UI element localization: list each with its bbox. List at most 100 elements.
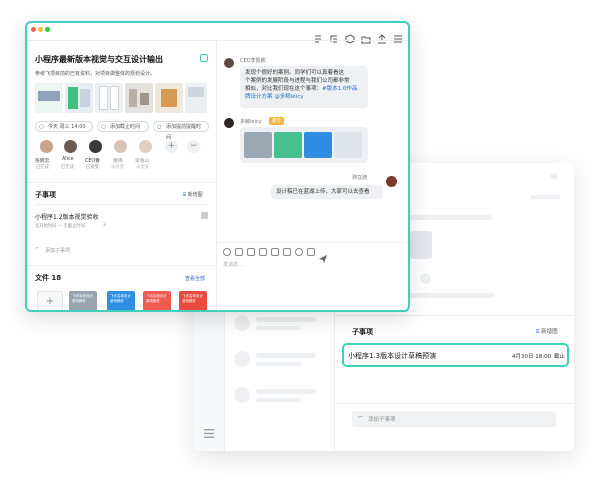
subtask-checkbox[interactable] xyxy=(201,212,208,219)
task-detail-window: 小程序最新版本视觉与交互设计输出 参考飞项目前的已有资料，对项目做整体的规划设计… xyxy=(25,21,410,312)
file-icon[interactable] xyxy=(259,248,267,256)
picture-icon[interactable] xyxy=(271,248,279,256)
attachment-thumbnail[interactable] xyxy=(65,83,93,113)
member-name: CEO曹 xyxy=(85,157,100,164)
voice-icon[interactable] xyxy=(295,248,303,256)
attachment-thumbnail[interactable] xyxy=(95,83,123,113)
avatar xyxy=(139,140,152,153)
member-status: 已完成 xyxy=(61,164,74,170)
subtask-title: 小程序1.2版本视觉验收 xyxy=(35,212,99,221)
image-attachment[interactable] xyxy=(334,132,362,158)
tree-icon: ⌸ xyxy=(536,329,539,335)
member-name: 李春山 xyxy=(135,157,149,164)
files-heading: 文件 18 xyxy=(35,273,61,283)
add-subtask-icon: ⌐ xyxy=(358,414,363,421)
attachment-thumbnail[interactable] xyxy=(35,83,63,113)
task-icon[interactable] xyxy=(307,248,315,256)
composer-toolbar xyxy=(223,248,343,256)
back-subtasks-heading: 子事项 xyxy=(352,327,373,337)
member-status: 未接受 xyxy=(111,164,124,170)
avatar xyxy=(224,58,234,68)
hashtag-icon[interactable] xyxy=(235,248,243,256)
deadline-chip[interactable]: ▢ 添加截止时间 xyxy=(97,121,149,132)
image-attachment[interactable] xyxy=(304,132,332,158)
add-subtask-button[interactable]: ⌐ 添加子事项 xyxy=(35,246,155,256)
message-input[interactable]: 发消息… xyxy=(223,261,243,268)
image-message[interactable] xyxy=(240,127,368,163)
member-name: 滕锦 xyxy=(113,157,123,164)
more-menu-icon[interactable] xyxy=(393,29,403,39)
message-sender: CEO李凯鹏 xyxy=(240,57,266,64)
mention[interactable]: @多鲸leicy xyxy=(274,94,303,100)
avatar xyxy=(386,176,397,187)
member-status: 已完成 xyxy=(36,164,49,170)
task-complete-checkbox[interactable] xyxy=(200,54,208,62)
subtask-tool-icon[interactable] xyxy=(313,29,323,39)
chat-bubble-icon[interactable] xyxy=(283,248,291,256)
message-bubble: 设计稿已在蓝湖上传，大家可以去查看 xyxy=(271,185,383,199)
avatar xyxy=(224,118,234,128)
attachment-thumbnail[interactable] xyxy=(125,83,153,113)
member-name: Alice xyxy=(62,157,74,162)
member-list: 张晓云 已完成 Alice 已完成 CEO曹 已接受 滕锦 未接受 李春山 未接… xyxy=(35,138,210,178)
file-card[interactable]: 飞讯名新设计原则稿件 xyxy=(179,291,207,311)
add-subtask-label: 添加子事项 xyxy=(45,247,70,254)
attachment-thumbnail[interactable] xyxy=(185,83,207,113)
add-member-button[interactable]: + xyxy=(165,140,178,153)
upload-file-button[interactable]: + xyxy=(37,291,63,312)
topic-link[interactable]: #版本1.0作品 xyxy=(322,86,357,92)
folder-tool-icon[interactable] xyxy=(361,29,371,39)
member-status: 已接受 xyxy=(86,164,99,170)
file-card[interactable]: 飞讯名新设计原则稿件 xyxy=(107,291,135,311)
box-tool-icon[interactable] xyxy=(345,29,355,39)
member-name: 张晓云 xyxy=(35,157,49,164)
back-add-subtask-button[interactable]: ⌐ 添加子事项 xyxy=(352,411,556,427)
selected-subtask-title: 小程序1.3版本设计草稿预演 xyxy=(348,351,436,361)
new-subtask-button[interactable]: ⌸ 新增图 xyxy=(183,191,203,198)
avatar xyxy=(40,140,53,153)
task-description: 参考飞项目前的已有资料，对项目做整体的规划设计。 xyxy=(35,70,155,77)
upload-tool-icon[interactable] xyxy=(377,29,387,39)
maximize-dot[interactable] xyxy=(45,27,50,32)
add-subtask-icon: ⌐ xyxy=(35,246,40,252)
menu-icon[interactable] xyxy=(204,423,214,432)
tree-icon: ⌸ xyxy=(183,192,186,198)
subtask-meta: 无开始时间 — 无截止时间 xyxy=(35,223,85,229)
file-card[interactable]: 飞讯名新设计原则稿件 xyxy=(143,291,171,311)
avatar xyxy=(64,140,77,153)
image-attachment[interactable] xyxy=(244,132,272,158)
avatar xyxy=(114,140,127,153)
calendar-icon: ▢ xyxy=(101,122,106,133)
topic-link[interactable]: 牌设计方案 xyxy=(245,94,273,100)
subtask-member-count: 3 xyxy=(103,223,106,228)
member-status: 未接受 xyxy=(136,164,149,170)
selected-subtask-row[interactable]: 小程序1.3版本设计草稿预演 4月30日 18:00 截止 xyxy=(342,343,569,367)
selected-subtask-status: 截止 xyxy=(554,352,565,360)
attachment-thumbnail[interactable] xyxy=(155,83,183,113)
message-bubble: 发现个很好的案例。同学们可以真着看这 个案例的发展阶段与进程与我们公司都非常 相… xyxy=(240,66,368,108)
subtask-row[interactable]: 小程序1.2版本视觉验收 无开始时间 — 无截止时间 3 xyxy=(35,209,210,233)
reminder-chip[interactable]: ◻ 添加提前提醒时间 xyxy=(153,121,209,132)
avatar xyxy=(89,140,102,153)
at-mention-icon[interactable] xyxy=(223,248,231,256)
minimize-dot[interactable] xyxy=(38,27,43,32)
file-card[interactable]: 飞讯名新设计原则稿件 xyxy=(69,291,97,311)
bell-icon: ◻ xyxy=(157,122,161,133)
status-badge: 最近 xyxy=(269,117,284,125)
start-time-chip[interactable]: ▢ 今天 周三 14:00 xyxy=(35,121,93,132)
image-attachment[interactable] xyxy=(274,132,302,158)
close-dot[interactable] xyxy=(31,27,36,32)
task-title: 小程序最新版本视觉与交互设计输出 xyxy=(35,54,163,65)
message-sender: 多鲸leicy xyxy=(240,118,262,125)
remove-member-button[interactable]: − xyxy=(187,140,200,153)
calendar-icon: ▢ xyxy=(39,122,44,133)
send-icon[interactable] xyxy=(319,248,327,256)
attachment-thumbnails xyxy=(35,83,207,115)
message-sender: 骑在骑 xyxy=(352,174,367,181)
back-new-label: 新增图 xyxy=(541,329,558,335)
back-new-subtask-button[interactable]: ⌸ 新增图 xyxy=(536,327,558,336)
view-all-files-link[interactable]: 查看全部 xyxy=(185,275,205,282)
back-add-subtask-label: 添加子事项 xyxy=(368,415,396,423)
image-icon[interactable] xyxy=(247,248,255,256)
list-tool-icon[interactable] xyxy=(329,29,339,39)
